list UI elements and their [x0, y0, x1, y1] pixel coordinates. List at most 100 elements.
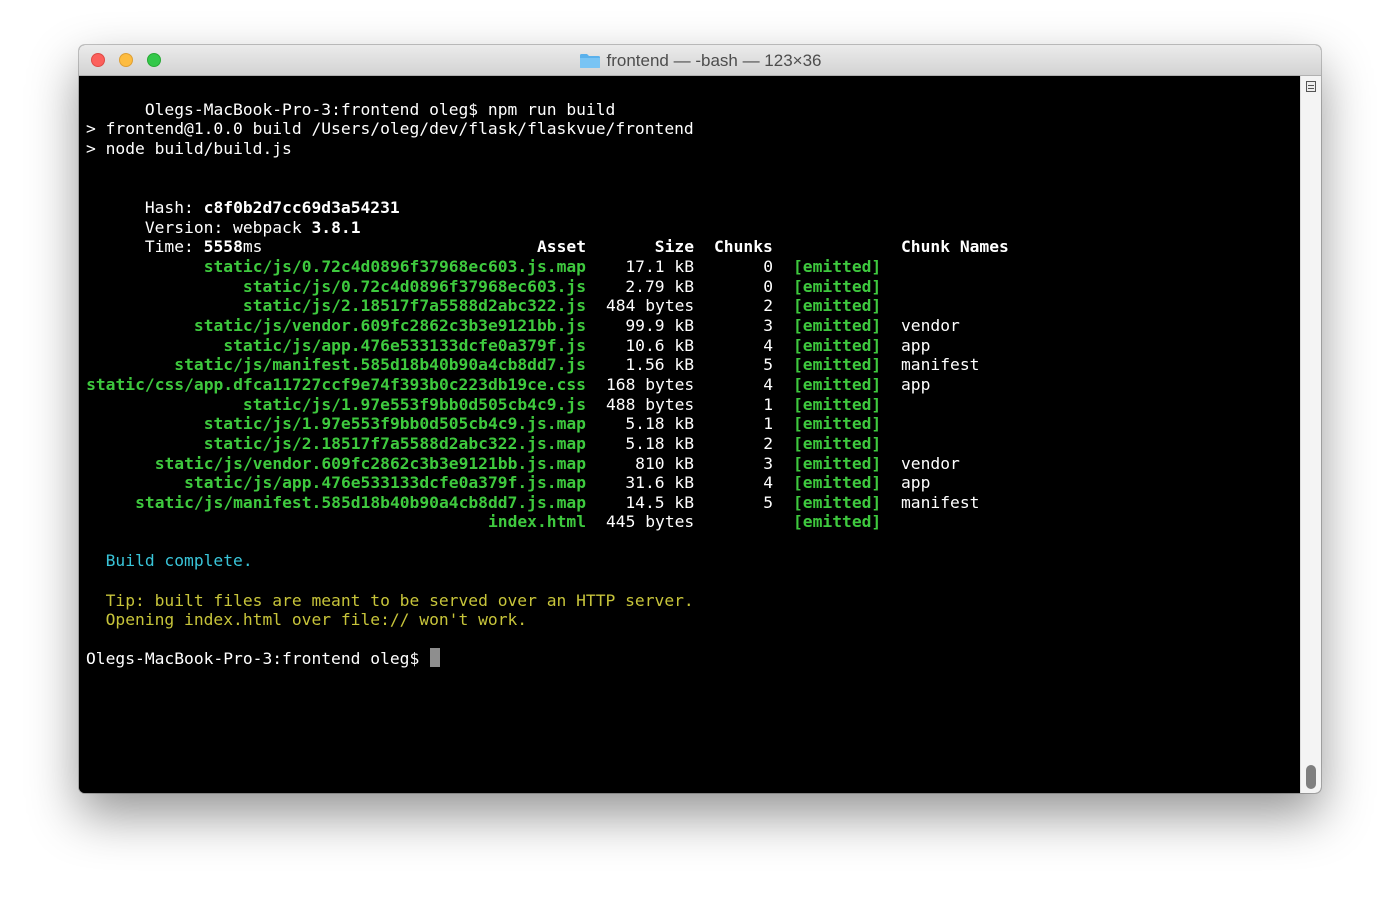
asset-status: [emitted] [793, 414, 882, 434]
asset-chunks: 1 [763, 394, 773, 414]
asset-name: static/js/manifest.585d18b40b90a4cb8dd7.… [135, 492, 586, 512]
asset-size: 5.18 kB [625, 433, 694, 453]
header-chunk-names: Chunk Names [901, 237, 1009, 256]
scrollbar-thumb[interactable] [1306, 765, 1316, 789]
asset-size: 14.5 kB [625, 492, 694, 512]
asset-status: [emitted] [793, 374, 882, 394]
asset-row: static/js/app.476e533133dcfe0a379f.js 10.… [79, 336, 1300, 356]
asset-chunks: 0 [763, 257, 773, 276]
asset-chunks: 3 [763, 315, 773, 335]
asset-chunks: 2 [763, 433, 773, 453]
text-cursor [430, 648, 440, 667]
asset-row: static/js/manifest.585d18b40b90a4cb8dd7.… [79, 493, 1300, 513]
asset-chunks: 4 [763, 473, 773, 493]
asset-chunk-names: manifest [901, 492, 980, 512]
asset-size: 2.79 kB [625, 276, 694, 296]
header-asset: Asset [536, 237, 586, 256]
asset-row: static/js/0.72c4d0896f37968ec603.js 2.79 … [79, 277, 1300, 297]
asset-chunks: 1 [763, 414, 773, 434]
asset-status: [emitted] [793, 335, 882, 355]
asset-chunk-names: vendor [901, 453, 960, 473]
command-text: npm run build [487, 100, 616, 119]
asset-chunks: 5 [763, 492, 773, 512]
asset-name: static/js/0.72c4d0896f37968ec603.js [242, 276, 586, 296]
header-chunks: Chunks [714, 237, 773, 256]
asset-row: static/js/app.476e533133dcfe0a379f.js.ma… [79, 473, 1300, 493]
asset-name: static/js/vendor.609fc2862c3b3e9121bb.js [193, 315, 586, 335]
asset-size: 1.56 kB [625, 355, 694, 375]
version-value: 3.8.1 [311, 218, 361, 237]
asset-row: static/js/1.97e553f9bb0d505cb4c9.js.map 5… [79, 414, 1300, 434]
split-pane-icon[interactable] [1306, 81, 1316, 92]
asset-name: static/js/1.97e553f9bb0d505cb4c9.js.map [203, 414, 586, 434]
asset-size: 17.1 kB [625, 257, 694, 276]
asset-chunk-names: manifest [901, 355, 980, 375]
asset-row: static/js/vendor.609fc2862c3b3e9121bb.js… [79, 454, 1300, 474]
asset-size: 10.6 kB [625, 335, 694, 355]
asset-status: [emitted] [793, 355, 882, 375]
asset-size: 488 bytes [606, 394, 695, 414]
asset-status: [emitted] [793, 433, 882, 453]
asset-name: index.html [487, 512, 586, 532]
asset-name: static/js/2.18517f7a5588d2abc322.js.map [203, 433, 586, 453]
terminal-output[interactable]: Olegs-MacBook-Pro-3:frontend oleg$ npm r… [79, 76, 1300, 793]
tip-line: Tip: built files are meant to be served … [86, 591, 694, 610]
asset-size: 810 kB [635, 453, 694, 473]
script-line: > node build/build.js [86, 139, 292, 158]
asset-size: 168 bytes [606, 374, 695, 394]
asset-chunk-names: app [901, 335, 931, 355]
window-title-area: frontend — -bash — 123×36 [79, 45, 1321, 76]
final-prompt: Olegs-MacBook-Pro-3:frontend oleg$ [86, 649, 420, 668]
tip-line: Opening index.html over file:// won't wo… [86, 610, 528, 629]
title-bar[interactable]: frontend — -bash — 123×36 [79, 45, 1321, 76]
asset-status: [emitted] [793, 492, 882, 512]
asset-status: [emitted] [793, 512, 882, 532]
time-line: Time: 5558ms [86, 217, 263, 256]
asset-status: [emitted] [793, 473, 882, 493]
asset-name: static/js/0.72c4d0896f37968ec603.js.map [203, 257, 586, 276]
asset-status: [emitted] [793, 296, 882, 316]
terminal-window: frontend — -bash — 123×36 Olegs-MacBook-… [79, 45, 1321, 793]
build-complete-message: Build complete. [86, 551, 253, 570]
asset-row: static/js/1.97e553f9bb0d505cb4c9.js 488 b… [79, 395, 1300, 415]
asset-row: static/js/0.72c4d0896f37968ec603.js.map 1… [79, 257, 1300, 277]
asset-status: [emitted] [793, 257, 882, 276]
asset-status: [emitted] [793, 394, 882, 414]
asset-chunks: 5 [763, 355, 773, 375]
asset-row: static/js/manifest.585d18b40b90a4cb8dd7.… [79, 355, 1300, 375]
scrollbar[interactable] [1300, 76, 1321, 793]
asset-chunk-names: app [901, 374, 931, 394]
asset-chunks: 3 [763, 453, 773, 473]
asset-row: index.html 445 bytes [emitted] [79, 512, 1300, 532]
window-title: frontend — -bash — 123×36 [606, 50, 822, 70]
asset-name: static/js/1.97e553f9bb0d505cb4c9.js [242, 394, 586, 414]
asset-chunk-names: app [901, 473, 931, 493]
asset-row: static/js/2.18517f7a5588d2abc322.js 484 b… [79, 296, 1300, 316]
asset-size: 31.6 kB [625, 473, 694, 493]
asset-size: 99.9 kB [625, 315, 694, 335]
asset-row: static/js/2.18517f7a5588d2abc322.js.map 5… [79, 434, 1300, 454]
shell-prompt: Olegs-MacBook-Pro-3:frontend oleg$ [144, 100, 479, 119]
asset-chunks: 4 [763, 374, 773, 394]
asset-status: [emitted] [793, 453, 882, 473]
asset-chunks: 2 [763, 296, 773, 316]
version-line: Version: webpack 3.8.1 [86, 198, 361, 237]
asset-size: 445 bytes [606, 512, 695, 532]
asset-row: static/js/vendor.609fc2862c3b3e9121bb.js… [79, 316, 1300, 336]
asset-status: [emitted] [793, 315, 882, 335]
asset-chunk-names: vendor [901, 315, 960, 335]
asset-size: 5.18 kB [625, 414, 694, 434]
asset-name: static/js/2.18517f7a5588d2abc322.js [242, 296, 586, 316]
asset-name: static/js/app.476e533133dcfe0a379f.js [223, 335, 586, 355]
asset-chunks: 4 [763, 335, 773, 355]
script-line: > frontend@1.0.0 build /Users/oleg/dev/f… [86, 119, 694, 138]
asset-name: static/css/app.dfca11727ccf9e74f393b0c22… [86, 374, 586, 394]
asset-size: 484 bytes [606, 296, 695, 316]
asset-name: static/js/vendor.609fc2862c3b3e9121bb.js… [154, 453, 586, 473]
hash-line: Hash: c8f0b2d7cc69d3a54231 [86, 178, 400, 217]
asset-name: static/js/manifest.585d18b40b90a4cb8dd7.… [174, 355, 586, 375]
asset-table-header: Asset Size Chunks Chunk Names [79, 237, 1300, 257]
asset-chunks: 0 [763, 276, 773, 296]
header-size: Size [654, 237, 694, 256]
asset-name: static/js/app.476e533133dcfe0a379f.js.ma… [184, 473, 586, 493]
